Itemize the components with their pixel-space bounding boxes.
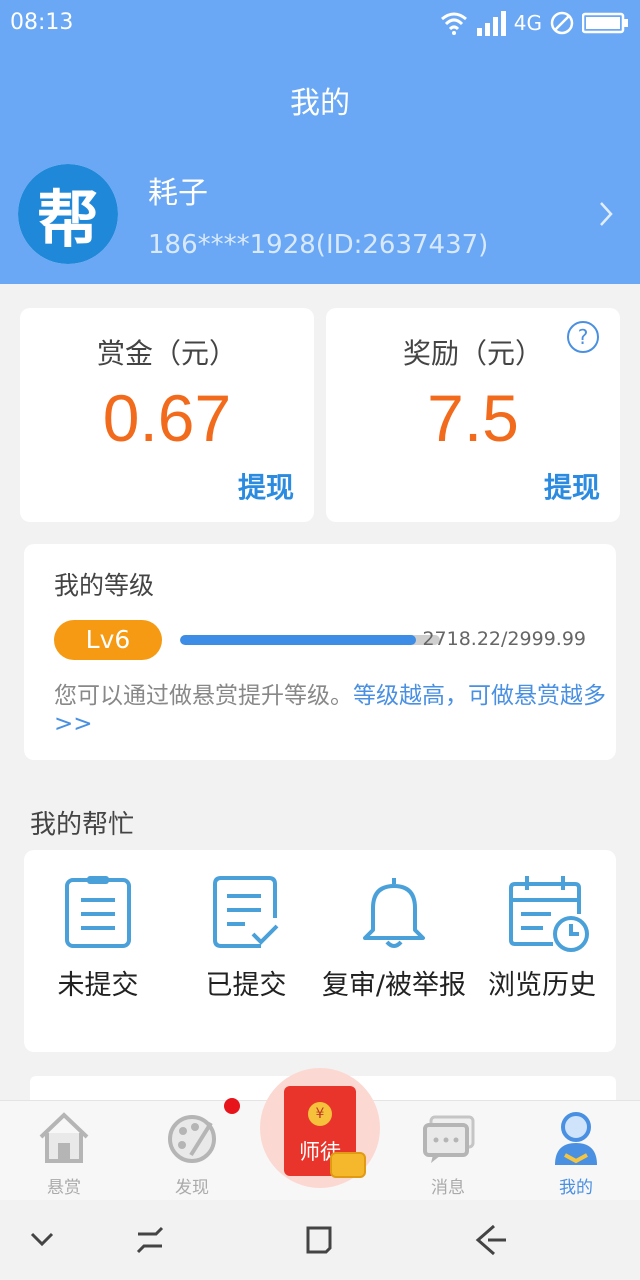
tab-messages[interactable]: 消息 [384,1101,512,1201]
chevron-down-icon[interactable] [28,1224,56,1256]
home-button-icon[interactable] [304,1224,336,1256]
signal-icon [476,11,506,36]
level-description-text: 您可以通过做悬赏提升等级。 [54,683,353,709]
coin-icon: ¥ [308,1102,332,1126]
help-item-label: 复审/被举报 [321,970,467,1001]
avatar[interactable]: 帮 [18,164,118,264]
chat-icon [423,1115,475,1163]
calendar-clock-icon [509,876,589,952]
master-apprentice-button[interactable]: ¥ 师徒 [260,1068,380,1188]
help-item-submitted[interactable]: 已提交 [172,850,320,1052]
bounty-withdraw-button[interactable]: 提现 [238,466,294,506]
tab-discover[interactable]: 发现 [128,1101,256,1201]
help-item-label: 已提交 [205,970,287,1001]
do-not-disturb-icon [550,11,574,35]
status-bar: 08:13 4G [0,0,640,50]
bounty-card: 赏金（元） 0.67 提现 [20,308,314,522]
status-time: 08:13 [10,10,74,35]
level-progress-fill [180,635,416,645]
clipboard-icon [65,876,131,948]
level-badge: Lv6 [54,620,162,660]
tab-bounty[interactable]: 悬赏 [0,1101,128,1201]
system-nav-bar [0,1200,640,1280]
bounty-amount: 0.67 [102,381,232,455]
checked-document-icon [213,876,279,948]
tab-label: 消息 [431,1178,465,1198]
username[interactable]: 耗子 [148,168,208,212]
network-type: 4G [513,11,542,35]
battery-icon [582,12,628,34]
reward-amount: 7.5 [427,381,519,455]
discover-notification-dot [224,1098,240,1114]
house-icon [39,1112,89,1163]
page-title: 我的 [290,86,350,121]
reward-withdraw-button[interactable]: 提现 [544,466,600,506]
palette-icon [168,1115,216,1163]
help-item-review-reported[interactable]: 复审/被举报 [320,850,468,1052]
back-icon[interactable] [474,1224,508,1256]
chevron-right-icon[interactable] [598,200,614,228]
recent-apps-icon[interactable] [134,1224,166,1256]
help-item-label: 未提交 [57,970,139,1001]
avatar-logo: 帮 [18,164,118,264]
bell-icon [363,878,425,948]
profile-header: 我的 帮 耗子 186****1928(ID:2637437) [0,50,640,284]
help-item-not-submitted[interactable]: 未提交 [24,850,172,1052]
help-item-browse-history[interactable]: 浏览历史 [468,850,616,1052]
wifi-icon [440,12,467,35]
tab-label: 我的 [559,1178,593,1198]
tab-label: 悬赏 [47,1178,81,1198]
reward-label: 奖励（元） [402,337,543,370]
level-card: 我的等级 Lv6 2718.22/2999.99 您可以通过做悬赏提升等级。等级… [24,544,616,760]
reward-card: ? 奖励（元） 7.5 提现 [326,308,620,522]
tab-label: 发现 [175,1178,209,1198]
level-progress-bar [180,635,440,645]
my-help-card: 未提交 已提交 复审/被举报 浏览历史 [24,850,616,1052]
person-icon [555,1112,597,1165]
level-heading: 我的等级 [54,571,155,600]
level-progress-value: 2718.22/2999.99 [422,628,586,650]
status-icons: 4G [440,10,630,36]
user-id: 186****1928(ID:2637437) [148,230,489,260]
level-description: 您可以通过做悬赏提升等级。等级越高，可做悬赏越多>> [54,682,614,738]
tab-mine[interactable]: 我的 [512,1101,640,1201]
my-help-title: 我的帮忙 [30,810,135,840]
bounty-label: 赏金（元） [96,337,237,370]
help-item-label: 浏览历史 [488,970,596,1001]
coin-stack-icon [330,1152,366,1178]
